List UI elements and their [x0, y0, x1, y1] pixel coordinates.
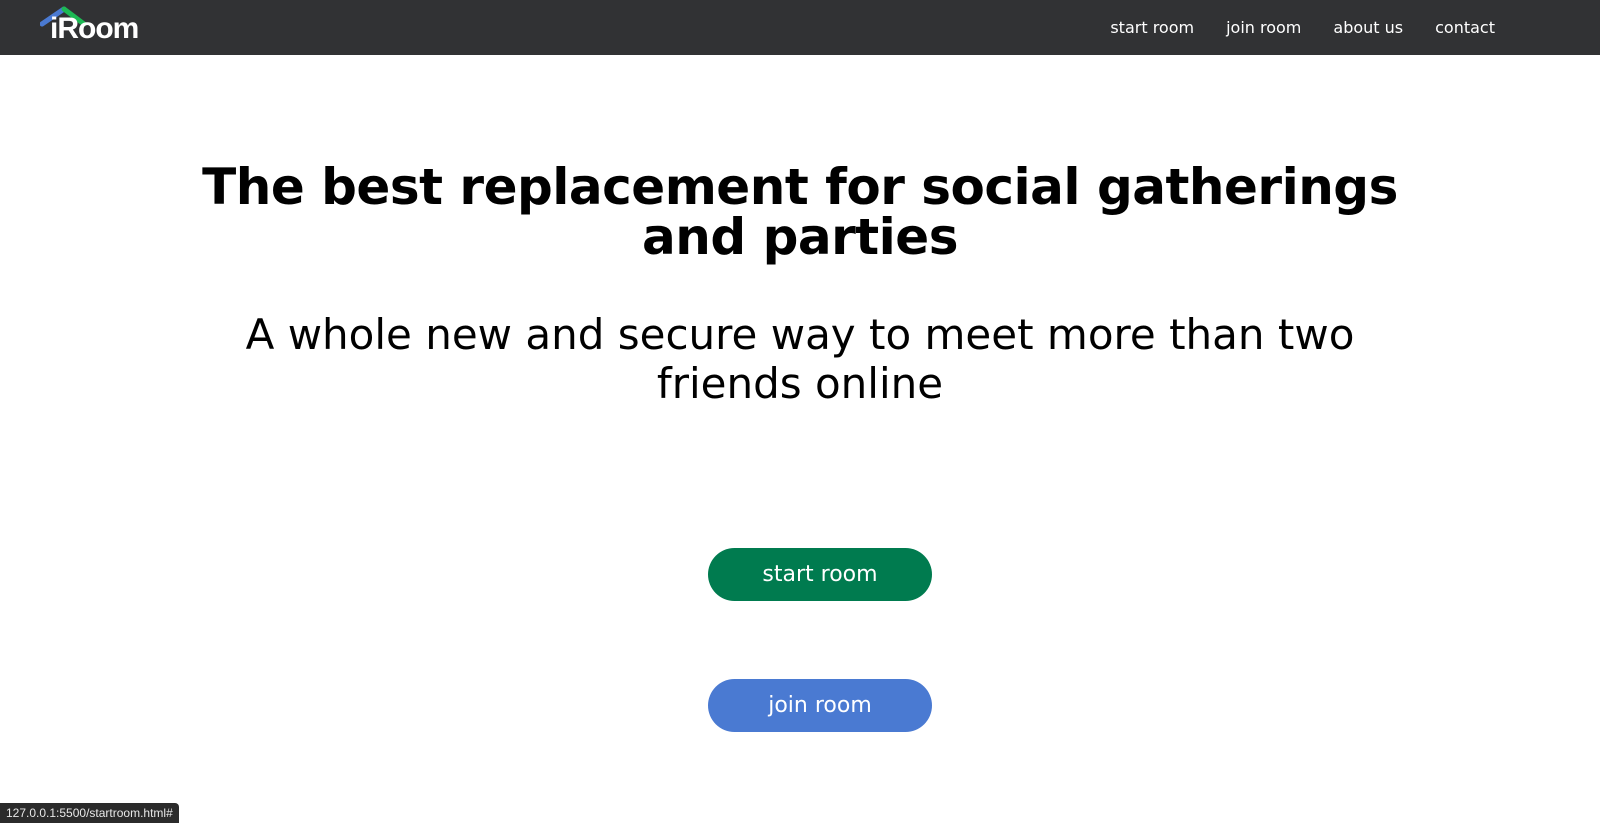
- hero-headline: The best replacement for social gatherin…: [0, 162, 1600, 262]
- hero-subheadline-line-2: friends online: [656, 359, 944, 408]
- join-room-button[interactable]: join room: [708, 679, 932, 732]
- hero-subheadline-line-1: A whole new and secure way to meet more …: [245, 310, 1355, 359]
- logo[interactable]: iRoom: [40, 4, 160, 50]
- link-hover-status-bar: 127.0.0.1:5500/startroom.html#: [0, 803, 179, 823]
- nav-link-about-us[interactable]: about us: [1333, 18, 1403, 37]
- nav-link-start-room[interactable]: start room: [1110, 18, 1194, 37]
- nav-link-contact[interactable]: contact: [1435, 18, 1495, 37]
- nav-link-join-room[interactable]: join room: [1226, 18, 1301, 37]
- navbar: iRoom start room join room about us cont…: [0, 0, 1600, 55]
- start-room-button[interactable]: start room: [708, 548, 932, 601]
- hero-headline-line-2: and parties: [642, 208, 958, 266]
- logo-text: iRoom: [50, 12, 139, 45]
- hero-headline-line-1: The best replacement for social gatherin…: [202, 158, 1398, 216]
- hero-subheadline: A whole new and secure way to meet more …: [0, 310, 1600, 408]
- nav-menu: start room join room about us contact: [1110, 0, 1495, 55]
